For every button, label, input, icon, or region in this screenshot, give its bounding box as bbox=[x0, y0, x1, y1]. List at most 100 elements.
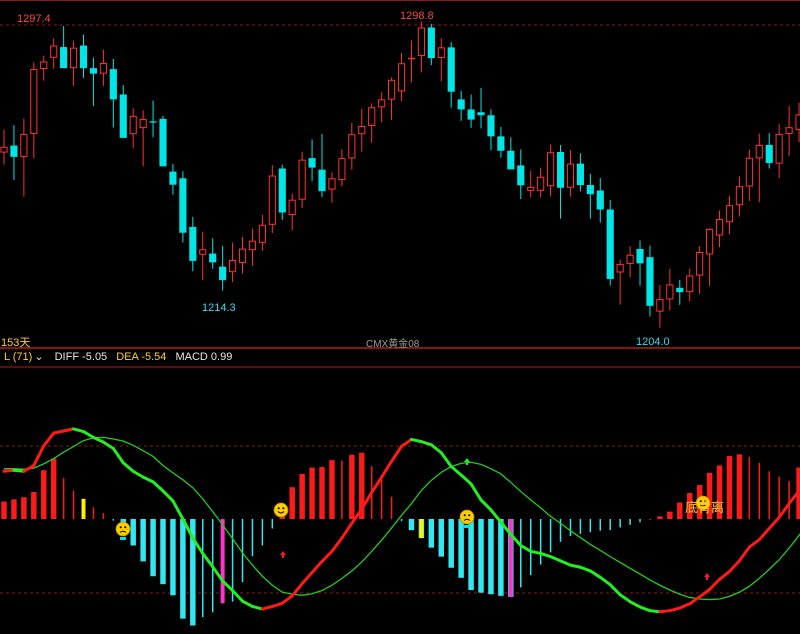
diff-line-segment bbox=[708, 577, 722, 591]
candle-body-up bbox=[755, 144, 763, 159]
histogram-bar-negative bbox=[448, 519, 454, 568]
candle-body-up bbox=[228, 259, 237, 273]
diff-line-segment bbox=[161, 489, 175, 503]
candle-body-up bbox=[547, 152, 555, 187]
candle-body-up bbox=[527, 186, 535, 191]
diff-line-segment bbox=[668, 606, 682, 613]
histogram-bar-positive bbox=[380, 478, 383, 519]
up-arrow-icon bbox=[464, 458, 470, 465]
histogram-bar-negative bbox=[549, 519, 552, 553]
diff-line-segment bbox=[747, 538, 761, 549]
histogram-bar-positive bbox=[50, 458, 57, 519]
histogram-bar-negative bbox=[498, 519, 504, 596]
histogram-bar-positive bbox=[41, 470, 47, 519]
candle-body-up bbox=[388, 79, 396, 100]
candle-body-up bbox=[50, 45, 58, 58]
diff-line-segment bbox=[320, 549, 334, 563]
candle-body-up bbox=[0, 146, 8, 153]
diff-line-segment bbox=[330, 536, 344, 553]
histogram-bar-positive bbox=[341, 460, 343, 519]
histogram-bar-positive bbox=[677, 502, 683, 519]
histogram-bar-negative bbox=[400, 519, 403, 522]
diff-line-segment bbox=[260, 604, 274, 611]
high-price-label: 1298.8 bbox=[400, 10, 434, 22]
histogram-bar-positive bbox=[319, 467, 325, 519]
diff-line-segment bbox=[409, 438, 423, 444]
candle-body-down bbox=[189, 226, 197, 261]
candle-body-up bbox=[735, 186, 743, 206]
candle-body-up bbox=[248, 240, 257, 251]
candle-body-up bbox=[328, 178, 336, 190]
diff-line-segment bbox=[578, 565, 592, 573]
candle-body-down bbox=[79, 45, 88, 69]
histogram-bar-negative bbox=[529, 519, 532, 576]
diff-line-segment bbox=[82, 430, 95, 439]
diff-line-segment bbox=[519, 544, 533, 553]
candle-body-up bbox=[537, 176, 545, 191]
diff-line-segment bbox=[151, 480, 165, 493]
histogram-bar-negative bbox=[629, 519, 631, 525]
candle-body-down bbox=[517, 165, 525, 186]
candle-body-down bbox=[308, 158, 316, 168]
candle-body-down bbox=[149, 121, 157, 123]
histogram-bar-negative bbox=[408, 519, 415, 531]
histogram-bar-positive bbox=[21, 497, 27, 519]
diff-line-segment bbox=[250, 604, 264, 611]
high-price-label: 1297.4 bbox=[17, 13, 51, 25]
histogram-bar-positive bbox=[72, 490, 75, 519]
diff-line-segment bbox=[290, 582, 304, 598]
candle-body-up bbox=[139, 118, 147, 129]
histogram-bar-negative bbox=[130, 519, 136, 546]
diff-line-segment bbox=[52, 429, 66, 435]
candle-body-down bbox=[427, 27, 435, 59]
diff-line-segment bbox=[131, 469, 145, 479]
candle-body-up bbox=[775, 133, 783, 164]
histogram-bar-positive bbox=[329, 460, 335, 519]
candle-body-down bbox=[219, 266, 227, 281]
diff-value: DIFF -5.05 bbox=[54, 351, 108, 363]
candle-body-up bbox=[20, 133, 28, 157]
diff-line-segment bbox=[380, 459, 394, 479]
indicator-selector[interactable]: L (71) ⌄ bbox=[4, 351, 50, 363]
diff-line-segment bbox=[72, 427, 86, 434]
smiley-eye bbox=[124, 526, 127, 529]
candle-body-up bbox=[745, 157, 753, 187]
diff-line-segment bbox=[618, 593, 632, 604]
candle-body-down bbox=[209, 253, 217, 263]
histogram-bar-negative bbox=[520, 519, 522, 588]
histogram-bar-negative bbox=[241, 519, 244, 583]
histogram-bar-negative bbox=[539, 519, 542, 565]
candle-body-down bbox=[586, 185, 594, 195]
candle-body-down bbox=[606, 209, 614, 279]
candle-body-down bbox=[447, 47, 455, 92]
dea-value: DEA -5.54 bbox=[116, 351, 167, 363]
diff-line-segment bbox=[588, 569, 602, 579]
chart-canvas bbox=[0, 0, 800, 626]
indicator-selector-label: L (71) bbox=[4, 351, 33, 363]
chevron-down-icon[interactable]: ⌄ bbox=[34, 351, 43, 363]
candle-body-down bbox=[10, 145, 18, 157]
diff-line-segment bbox=[777, 502, 791, 519]
histogram-bar-positive bbox=[92, 507, 95, 519]
period-label[interactable]: 153天 bbox=[1, 334, 30, 350]
macd-panel-grid bbox=[0, 445, 800, 594]
candle-body-down bbox=[676, 287, 684, 293]
candle-body-down bbox=[457, 99, 465, 110]
histogram-bar-positive bbox=[349, 454, 355, 519]
candle-body-down bbox=[487, 115, 495, 137]
diff-line-segment bbox=[280, 594, 294, 605]
histogram-bar-negative bbox=[478, 519, 484, 593]
histogram-bar-positive bbox=[1, 501, 7, 519]
candle-body-up bbox=[397, 63, 406, 92]
diff-line-segment bbox=[628, 600, 642, 609]
diff-line-segment bbox=[419, 440, 433, 447]
candle-body-up bbox=[795, 114, 800, 130]
macd-info-bar: L (71) ⌄ DIFF -5.05 DEA -5.54 MACD 0.99 bbox=[0, 349, 800, 365]
candle-body-up bbox=[30, 69, 38, 134]
histogram-bar-positive bbox=[649, 519, 651, 520]
candle-body-down bbox=[646, 257, 654, 306]
candle-body-up bbox=[258, 224, 266, 243]
histogram-bar-negative bbox=[639, 519, 641, 523]
diff-line-segment bbox=[121, 461, 135, 473]
candle-body-up bbox=[785, 127, 793, 134]
